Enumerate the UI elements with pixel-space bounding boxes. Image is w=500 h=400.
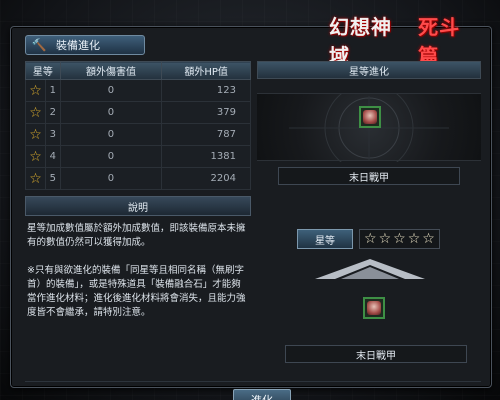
star-icon: ☆ [422, 231, 435, 247]
evolve-button[interactable]: 進化 [233, 389, 291, 400]
grade-stars: ☆ ☆ ☆ ☆ ☆ [359, 229, 440, 249]
hp-cell: 787 [161, 123, 251, 146]
star-icon: ☆ [378, 231, 392, 247]
window-title: 裝備進化 [56, 39, 100, 52]
description-header: 說明 [25, 196, 251, 216]
footer-divider [25, 381, 481, 382]
grade-bonus-table: 星等 額外傷害值 額外HP值 ☆ 1 0 123 ☆ 2 0 379 ☆ 3 0… [25, 61, 251, 190]
star-icon: ☆ [25, 123, 46, 146]
game-logo: 幻想神域 死斗篇 [329, 15, 479, 68]
star-icon: ☆ [407, 231, 421, 247]
table-row: ☆ 5 0 2204 [25, 167, 251, 190]
magic-circle-area [257, 93, 481, 162]
star-icon: ☆ [25, 167, 46, 190]
damage-cell: 0 [59, 145, 163, 168]
table-row: ☆ 3 0 787 [25, 123, 251, 146]
table-row: ☆ 4 0 1381 [25, 145, 251, 168]
grade-row: 星等 ☆ ☆ ☆ ☆ ☆ [297, 229, 440, 249]
table-row: ☆ 1 0 123 [25, 79, 251, 102]
grade-cell: 3 [45, 123, 61, 146]
armor-icon[interactable] [359, 106, 381, 128]
damage-cell: 0 [59, 79, 163, 102]
grade-evolution-header: 星等進化 [257, 61, 481, 79]
hp-cell: 379 [161, 101, 251, 124]
grade-cell: 4 [45, 145, 61, 168]
table-header-row: 星等 額外傷害值 額外HP值 [25, 61, 251, 80]
hp-cell: 2204 [161, 167, 251, 190]
table-header-extra-hp: 額外HP值 [161, 61, 251, 80]
description-text-1: 星等加成數值屬於額外加成數值，即該裝備原本未擁有的數值仍然可以獲得加成。 [27, 223, 246, 248]
star-icon: ☆ [393, 231, 406, 247]
star-icon: ☆ [364, 231, 377, 247]
table-header-grade: 星等 [25, 61, 61, 80]
grade-label: 星等 [297, 229, 353, 249]
armor-icon[interactable] [363, 297, 385, 319]
window-title-bar[interactable]: 🔨 裝備進化 [25, 35, 145, 55]
grade-cell: 2 [45, 101, 61, 124]
damage-cell: 0 [59, 123, 163, 146]
description-text-2: ※只有與欲進化的裝備「同星等且相同名稱（無刷字首）的裝備」，或是特殊道具「裝備融… [27, 265, 246, 318]
left-panel: 星等 額外傷害值 額外HP值 ☆ 1 0 123 ☆ 2 0 379 ☆ 3 0… [25, 61, 251, 320]
result-item-name: 末日戰甲 [285, 345, 467, 363]
star-icon: ☆ [25, 101, 46, 124]
damage-cell: 0 [59, 101, 163, 124]
right-panel: 星等進化 末日戰甲 星等 ☆ ☆ ☆ ☆ ☆ 末日戰甲 [257, 61, 481, 377]
damage-cell: 0 [59, 167, 163, 190]
grade-cell: 5 [45, 167, 61, 190]
hp-cell: 123 [161, 79, 251, 102]
star-icon: ☆ [25, 79, 46, 102]
equipment-evolution-window: 🔨 裝備進化 幻想神域 死斗篇 星等 額外傷害值 額外HP值 ☆ 1 0 123 [10, 15, 492, 400]
grade-cell: 1 [45, 79, 61, 102]
source-item-name: 末日戰甲 [278, 167, 460, 185]
result-item-area: 末日戰甲 [285, 289, 467, 375]
star-icon: ☆ [25, 145, 46, 168]
table-row: ☆ 2 0 379 [25, 101, 251, 124]
hp-cell: 1381 [161, 145, 251, 168]
table-header-extra-damage: 額外傷害值 [59, 61, 163, 80]
up-arrow-icon [315, 259, 425, 279]
hammer-icon: 🔨 [31, 38, 47, 52]
